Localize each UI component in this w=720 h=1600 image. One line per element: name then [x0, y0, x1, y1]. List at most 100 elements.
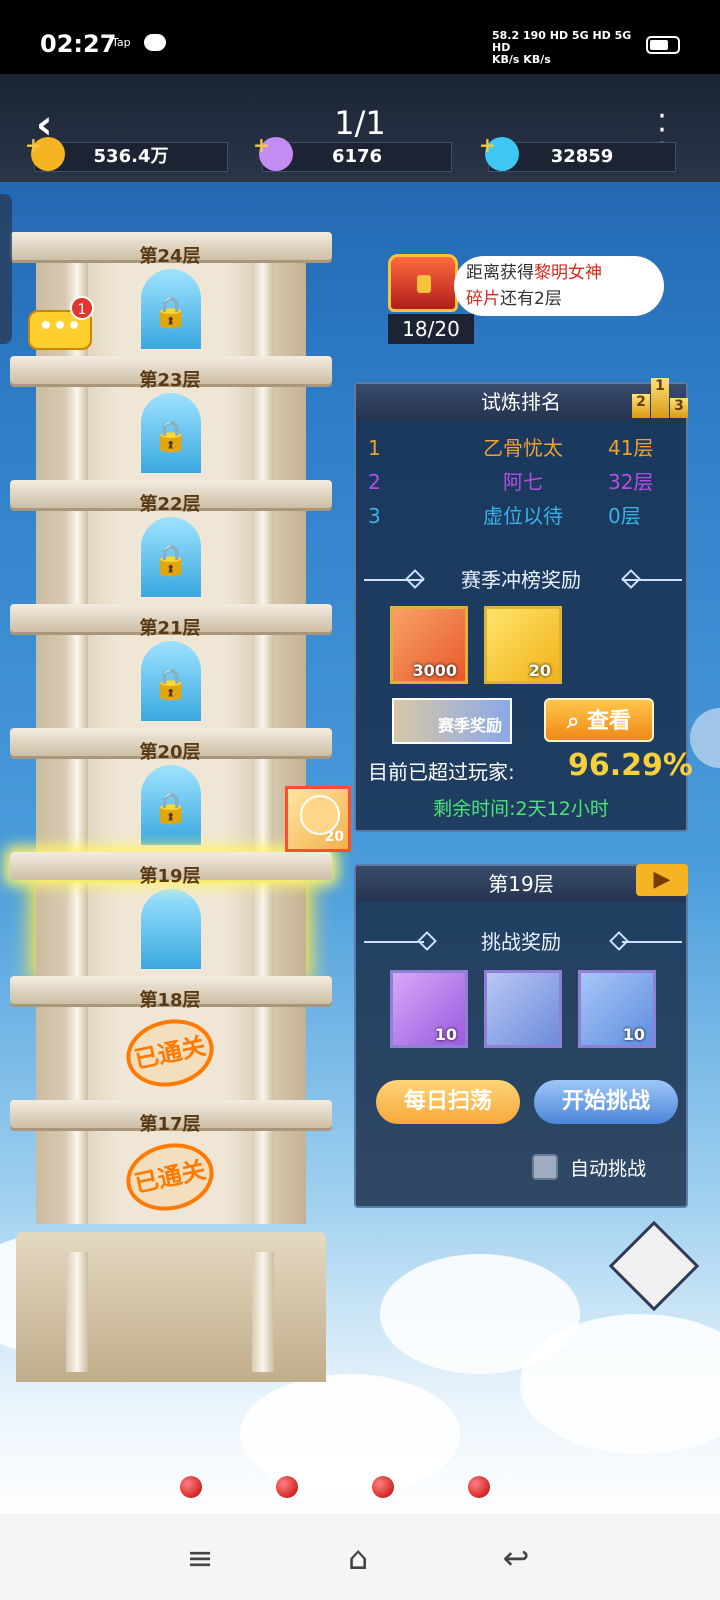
diamond-ornament-icon [417, 931, 437, 951]
lock-icon: 🔒 [152, 791, 190, 826]
floor-label: 第19层 [139, 866, 201, 887]
column [252, 262, 274, 356]
auto-challenge-label: 自动挑战 [570, 1158, 647, 1180]
floor-label: 第21层 [139, 618, 201, 639]
add-gold-icon[interactable]: + [25, 131, 42, 159]
column [252, 758, 274, 852]
floor-17[interactable]: 已通关 第17层 [0, 1100, 340, 1224]
season-reward-header: 赛季冲榜奖励 [356, 566, 686, 594]
rank-row-2[interactable]: 2 阿七 32层 [368, 466, 678, 498]
home-icon[interactable]: ⌂ [338, 1538, 378, 1578]
column [66, 1252, 88, 1372]
tower-base [16, 1232, 326, 1382]
rank-number: 3 [368, 504, 381, 528]
challenge-reward-count: 10 [434, 1025, 457, 1044]
search-icon: ⌕ [567, 709, 587, 734]
column [252, 882, 274, 976]
start-challenge-button[interactable]: 开始挑战 [534, 1080, 678, 1124]
floor-20-reward-hero[interactable]: 20 [285, 786, 351, 852]
floor-label: 第22层 [139, 494, 201, 515]
chest-hint-bubble: 距离获得黎明女神 碎片还有2层 [454, 256, 664, 316]
video-replay-icon[interactable]: ▶ [636, 864, 688, 896]
challenge-reward-purple-orb[interactable]: 10 [390, 970, 468, 1048]
red-orb-decoration [372, 1476, 394, 1498]
status-tap-label: Tap [112, 36, 131, 49]
column [66, 882, 88, 976]
daily-sweep-button[interactable]: 每日扫荡 [376, 1080, 520, 1124]
resource-gold[interactable]: + 536.4万 [25, 133, 228, 172]
column [66, 386, 88, 480]
add-diamond-icon[interactable]: + [479, 131, 496, 159]
add-crystal-icon[interactable]: + [253, 131, 270, 159]
season-reward-flame[interactable]: 20 [484, 606, 562, 684]
season-reward-title: 赛季冲榜奖励 [461, 568, 581, 592]
season-reward-count: 3000 [412, 661, 457, 680]
column [252, 386, 274, 480]
column [66, 1006, 88, 1100]
challenge-panel: 第19层 ▶ 挑战奖励 10 10 每日扫荡 开始挑战 自动挑战 [354, 864, 688, 1208]
rank-row-3[interactable]: 3 虚位以待 0层 [368, 500, 678, 532]
ranking-panel: 试炼排名 2 1 3 1 乙骨忧太 41层 2 阿七 32层 3 虚位以待 0层 [354, 378, 693, 832]
recent-apps-icon[interactable]: ≡ [180, 1538, 220, 1578]
floor-label: 第24层 [139, 246, 201, 267]
column [252, 634, 274, 728]
status-bar: 02:27 Tap 58.2 190 HD 5G HD 5G HD KB/s K… [0, 0, 720, 74]
podium-place-3: 3 [670, 398, 688, 418]
podium-icon[interactable]: 2 1 3 [632, 374, 688, 418]
time-remaining: 剩余时间:2天12小时 [433, 798, 609, 820]
podium-place-1: 1 [651, 378, 669, 418]
column [66, 510, 88, 604]
challenge-reward-potion[interactable]: 10 [578, 970, 656, 1048]
rank-floor: 0层 [608, 504, 641, 528]
treasure-chest-icon[interactable] [388, 254, 458, 312]
view-button[interactable]: ⌕ 查看 [544, 698, 654, 742]
resource-crystal[interactable]: + 6176 [253, 133, 452, 172]
chest-progress: 18/20 [388, 314, 474, 344]
menu-emblem-icon[interactable] [608, 1220, 700, 1312]
network-status: 58.2 190 HD 5G HD 5G HD KB/s KB/s [492, 30, 642, 66]
challenge-reward-header: 挑战奖励 [356, 928, 686, 956]
column [66, 1130, 88, 1224]
lock-icon: 🔒 [152, 295, 190, 330]
floor-18[interactable]: 已通关 第18层 [0, 976, 340, 1100]
column [252, 510, 274, 604]
challenge-reward-blue-card[interactable] [484, 970, 562, 1048]
season-reward-count: 20 [528, 661, 551, 680]
rank-player-name: 阿七 [503, 470, 543, 494]
game-area: ‹ 1/1 ··· + 536.4万 + 6176 + 32859 [0, 74, 720, 1514]
resource-diamond[interactable]: + 32859 [479, 133, 676, 172]
rank-row-1[interactable]: 1 乙骨忧太 41层 [368, 432, 678, 464]
network-line-2: KB/s KB/s [492, 53, 551, 66]
auto-challenge-checkbox[interactable] [532, 1154, 558, 1180]
floor-label: 第18层 [139, 990, 201, 1011]
column [66, 758, 88, 852]
hero-portrait [300, 795, 340, 835]
side-expand-tab[interactable] [690, 708, 720, 768]
floor-label: 第23层 [139, 370, 201, 391]
challenge-reward-title: 挑战奖励 [481, 930, 561, 954]
podium-place-2: 2 [632, 394, 650, 418]
floor-22[interactable]: 🔒 第22层 [0, 480, 340, 604]
floor-19-current[interactable]: 第19层 [0, 852, 340, 976]
screen: 02:27 Tap 58.2 190 HD 5G HD 5G HD KB/s K… [0, 0, 720, 1600]
floor-23[interactable]: 🔒 第23层 [0, 356, 340, 480]
red-orb-decoration [468, 1476, 490, 1498]
rank-player-name: 虚位以待 [483, 504, 563, 528]
back-icon[interactable]: ↩ [496, 1538, 536, 1578]
column [252, 1130, 274, 1224]
side-drawer-handle[interactable] [0, 194, 12, 344]
status-time: 02:27 [40, 30, 117, 58]
challenge-reward-count: 10 [622, 1025, 645, 1044]
top-bar: ‹ 1/1 ··· + 536.4万 + 6176 + 32859 [0, 74, 720, 182]
season-reward-tag[interactable]: 赛季奖励 [392, 698, 512, 744]
floor-label: 第20层 [139, 742, 201, 763]
chest-hint-prefix: 距离获得 [466, 263, 534, 283]
season-reward-crystal[interactable]: 3000 [390, 606, 468, 684]
season-tag-label: 赛季奖励 [437, 716, 502, 735]
rank-player-name: 乙骨忧太 [483, 436, 563, 460]
divider-line [364, 941, 424, 943]
floor-door [138, 886, 204, 972]
rank-floor: 41层 [608, 436, 654, 460]
rank-number: 2 [368, 470, 381, 494]
floor-21[interactable]: 🔒 第21层 [0, 604, 340, 728]
